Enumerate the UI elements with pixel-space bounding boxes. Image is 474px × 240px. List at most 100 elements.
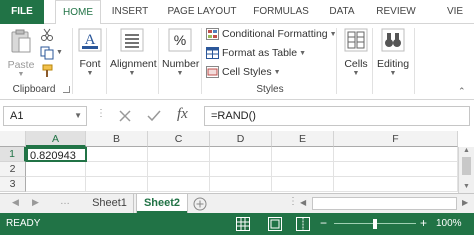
alignment-label: Alignment [110, 58, 157, 70]
tab-split-handle-icon[interactable]: ⋮ [288, 196, 298, 207]
cell-e3[interactable] [272, 177, 334, 192]
cell-c1[interactable] [148, 147, 210, 162]
tab-page-layout[interactable]: PAGE LAYOUT [163, 0, 241, 24]
formula-input[interactable]: =RAND() [204, 106, 470, 126]
name-box-value: A1 [10, 110, 24, 122]
cell-f1[interactable] [334, 147, 458, 162]
paste-button[interactable]: Paste ▼ [6, 28, 36, 79]
sheet-tab-sheet2[interactable]: Sheet2 [137, 194, 187, 213]
cell-styles-icon [206, 66, 219, 78]
cells-button[interactable]: Cells ▼ [342, 28, 370, 78]
horizontal-scrollbar-thumb[interactable] [312, 197, 457, 210]
name-box[interactable]: A1 ▼ [3, 106, 87, 126]
select-all-corner[interactable] [0, 131, 26, 147]
scroll-up-icon[interactable]: ▲ [463, 147, 470, 154]
tab-data[interactable]: DATA [322, 0, 362, 24]
alignment-button[interactable]: Alignment ▼ [110, 28, 157, 78]
zoom-in-icon[interactable]: + [420, 216, 427, 230]
ribbon-tab-bar: FILE HOME INSERT PAGE LAYOUT FORMULAS DA… [0, 0, 474, 25]
number-dropdown-icon: ▼ [176, 70, 184, 77]
cell-d1[interactable] [210, 147, 272, 162]
row-header[interactable]: 2 [0, 162, 26, 177]
sheet-tab-sheet1[interactable]: Sheet1 [86, 194, 134, 213]
editing-button[interactable]: Editing ▼ [376, 28, 410, 78]
zoom-slider-thumb[interactable] [373, 219, 377, 229]
tab-review[interactable]: REVIEW [370, 0, 422, 24]
row-header[interactable]: 1 [0, 147, 26, 162]
ribbon-separator [201, 28, 202, 94]
paste-dropdown-icon[interactable]: ▼ [6, 71, 36, 79]
scrollbar-thumb[interactable] [462, 157, 471, 175]
font-dropdown-icon: ▼ [86, 70, 94, 77]
format-as-table-icon [206, 47, 219, 59]
tab-formulas[interactable]: FORMULAS [249, 0, 313, 24]
page-layout-view-icon[interactable] [268, 217, 282, 231]
collapse-ribbon-icon[interactable]: ⌃ [458, 86, 466, 97]
cell-b2[interactable] [86, 162, 148, 177]
sheet-nav-more-icon[interactable]: … [60, 196, 70, 207]
sheet-nav-prev-icon[interactable]: ◀ [12, 197, 19, 208]
more-options-icon[interactable]: ⋮ [96, 108, 106, 119]
ribbon-separator [72, 28, 73, 94]
column-header[interactable]: C [148, 131, 210, 147]
cell-e2[interactable] [272, 162, 334, 177]
font-button[interactable]: A Font ▼ [77, 28, 103, 78]
conditional-formatting-label: Conditional Formatting [222, 28, 328, 40]
cell-a1[interactable]: 0.820943 [26, 147, 87, 162]
cell-a2[interactable] [26, 162, 86, 177]
column-header[interactable]: D [210, 131, 272, 147]
new-sheet-icon[interactable] [193, 197, 207, 211]
column-header[interactable]: E [272, 131, 334, 147]
chevron-down-icon: ▼ [299, 49, 307, 57]
tab-file[interactable]: FILE [0, 0, 44, 24]
cell-c3[interactable] [148, 177, 210, 192]
ribbon-separator [372, 28, 373, 94]
conditional-formatting-icon [206, 28, 219, 40]
cell-styles-button[interactable]: Cell Styles ▼ [206, 63, 281, 81]
insert-function-icon[interactable]: fx [177, 106, 188, 123]
clipboard-dialog-launcher-icon[interactable] [63, 86, 70, 93]
sheet-nav-next-icon[interactable]: ▶ [32, 197, 39, 208]
zoom-out-icon[interactable]: − [320, 216, 327, 230]
tab-insert[interactable]: INSERT [107, 0, 153, 24]
copy-icon[interactable] [40, 46, 54, 60]
cell-d2[interactable] [210, 162, 272, 177]
formula-input-value: =RAND() [211, 110, 256, 122]
cell-f3[interactable] [334, 177, 458, 192]
cell-b1[interactable] [87, 147, 148, 162]
cell-e1[interactable] [272, 147, 334, 162]
hscroll-right-icon[interactable]: ▶ [462, 198, 468, 207]
alignment-dropdown-icon: ▼ [128, 70, 136, 77]
format-as-table-label: Format as Table [222, 47, 298, 59]
column-header[interactable]: B [86, 131, 148, 147]
conditional-formatting-button[interactable]: Conditional Formatting ▼ [206, 25, 337, 43]
ribbon-separator [414, 28, 415, 94]
page-break-preview-icon[interactable] [296, 217, 310, 231]
row-header[interactable]: 3 [0, 177, 26, 192]
scroll-down-icon[interactable]: ▼ [463, 183, 470, 190]
column-header[interactable]: A [26, 131, 86, 147]
cut-icon[interactable] [40, 28, 54, 42]
format-as-table-button[interactable]: Format as Table ▼ [206, 44, 306, 62]
vertical-scrollbar[interactable]: ▲ ▼ [458, 147, 474, 193]
number-button[interactable]: % Number ▼ [162, 28, 200, 78]
zoom-level[interactable]: 100% [436, 218, 462, 229]
tab-view[interactable]: VIE [436, 0, 474, 24]
cell-a3[interactable] [26, 177, 86, 192]
enter-check-icon[interactable] [147, 109, 161, 123]
copy-dropdown-icon[interactable]: ▼ [56, 49, 63, 56]
ribbon-separator [336, 28, 337, 94]
name-box-dropdown-icon[interactable]: ▼ [74, 111, 82, 120]
cell-c2[interactable] [148, 162, 210, 177]
hscroll-left-icon[interactable]: ◀ [300, 198, 306, 207]
tab-home[interactable]: HOME [55, 0, 101, 25]
normal-view-icon[interactable] [236, 217, 250, 231]
cell-d3[interactable] [210, 177, 272, 192]
cancel-icon[interactable] [118, 109, 132, 123]
format-painter-icon[interactable] [40, 64, 54, 78]
font-label: Font [79, 58, 101, 70]
cell-f2[interactable] [334, 162, 458, 177]
column-header[interactable]: F [334, 131, 458, 147]
number-label: Number [162, 58, 200, 70]
cell-b3[interactable] [86, 177, 148, 192]
